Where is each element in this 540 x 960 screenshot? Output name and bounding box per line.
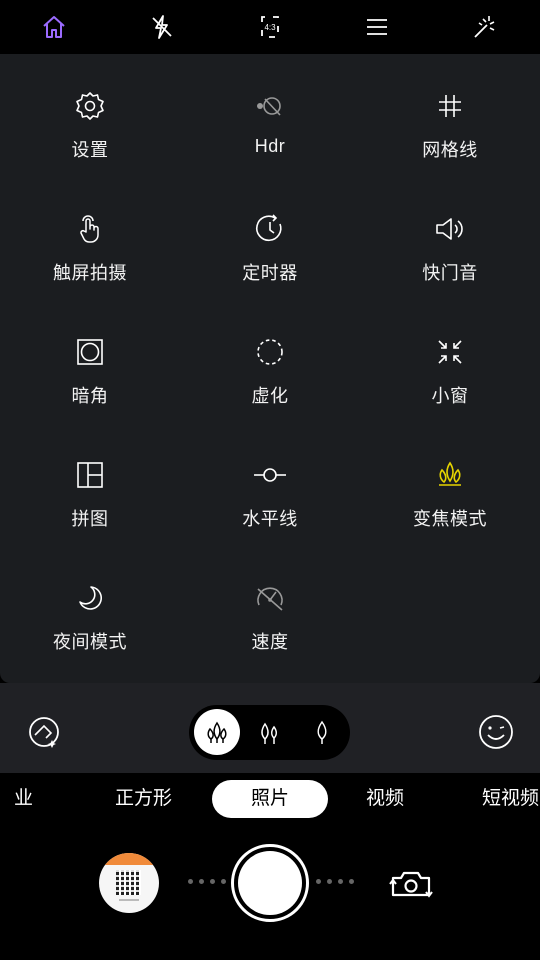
double-tree-icon <box>261 722 277 744</box>
setting-label: 快门音 <box>422 263 478 283</box>
aspect-ratio-button[interactable]: 4:3 <box>250 7 290 47</box>
triple-tree-icon <box>207 721 227 743</box>
shutter-button[interactable] <box>231 844 309 922</box>
mode-photo[interactable]: 照片 <box>212 780 328 818</box>
hdr-icon <box>250 86 290 126</box>
setting-label: 虚化 <box>251 386 289 406</box>
setting-label: 网格线 <box>422 140 478 160</box>
setting-label: 拼图 <box>71 509 109 529</box>
touch-capture-icon <box>70 209 110 249</box>
setting-label: 速度 <box>251 632 289 652</box>
setting-zoom-mode[interactable]: 变焦模式 <box>360 423 540 546</box>
setting-label: 水平线 <box>242 509 298 529</box>
beauty-level-selector <box>189 705 350 760</box>
setting-touch-capture[interactable]: 触屏拍摄 <box>0 177 180 300</box>
setting-blur[interactable]: 虚化 <box>180 300 360 423</box>
setting-label: 暗角 <box>71 386 109 406</box>
beauty-level-3-button[interactable] <box>299 709 345 755</box>
aspect-ratio-label: 4:3 <box>264 23 276 32</box>
setting-shutter-sound[interactable]: 快门音 <box>360 177 540 300</box>
timer-icon <box>250 209 290 249</box>
beauty-level-2-button[interactable] <box>246 709 292 755</box>
settings-icon <box>70 86 110 126</box>
setting-vignette[interactable]: 暗角 <box>0 300 180 423</box>
setting-grid-lines[interactable]: 网格线 <box>360 54 540 177</box>
top-toolbar: 4:3 <box>0 0 540 54</box>
night-mode-icon <box>70 578 110 618</box>
mode-square[interactable]: 正方形 <box>115 780 172 818</box>
small-window-icon <box>430 332 470 372</box>
setting-collage[interactable]: 拼图 <box>0 423 180 546</box>
switch-camera-icon[interactable] <box>388 862 434 904</box>
setting-label: 触屏拍摄 <box>53 263 127 283</box>
filter-icon[interactable] <box>24 712 64 752</box>
blur-icon <box>250 332 290 372</box>
setting-timer[interactable]: 定时器 <box>180 177 360 300</box>
mode-video[interactable]: 视频 <box>366 780 404 818</box>
setting-hdr[interactable]: Hdr <box>180 54 360 177</box>
shutter-dots-left <box>188 879 226 887</box>
thumbnail-header-band <box>99 853 159 865</box>
setting-small-window[interactable]: 小窗 <box>360 300 540 423</box>
zoom-mode-icon <box>430 455 470 495</box>
mode-short-video[interactable]: 短视频 <box>482 780 539 818</box>
setting-night-mode[interactable]: 夜间模式 <box>0 546 180 669</box>
settings-panel: 设置 Hdr 网格线 触屏拍摄 定时器 快门音 暗角 虚化 小窗 拼图 水平线 … <box>0 54 540 683</box>
single-tree-icon <box>317 720 327 744</box>
horizon-line-icon <box>250 455 290 495</box>
setting-label: 设置 <box>71 140 109 160</box>
setting-horizon-line[interactable]: 水平线 <box>180 423 360 546</box>
gallery-thumbnail[interactable] <box>99 853 159 913</box>
home-icon[interactable] <box>34 7 74 47</box>
setting-speed[interactable]: 速度 <box>180 546 360 669</box>
flash-off-icon[interactable] <box>142 7 182 47</box>
setting-label: 小窗 <box>431 386 469 406</box>
setting-label: 夜间模式 <box>53 632 127 652</box>
shutter-sound-icon <box>430 209 470 249</box>
setting-label: 变焦模式 <box>413 509 487 529</box>
vignette-icon <box>70 332 110 372</box>
collage-icon <box>70 455 110 495</box>
speed-icon <box>250 578 290 618</box>
camera-mode-selector: 业 正方形 照片 视频 短视频 <box>0 773 540 825</box>
face-beauty-icon[interactable] <box>476 712 516 752</box>
shutter-dots-right <box>316 879 354 887</box>
effects-icon[interactable] <box>464 7 504 47</box>
mode-pro[interactable]: 业 <box>14 780 33 818</box>
menu-icon[interactable] <box>357 7 397 47</box>
setting-label: Hdr <box>254 136 286 156</box>
setting-label: 定时器 <box>242 263 298 283</box>
aspect-ratio-icon: 4:3 <box>261 16 279 38</box>
setting-settings[interactable]: 设置 <box>0 54 180 177</box>
beauty-level-1-button[interactable] <box>194 709 240 755</box>
grid-lines-icon <box>430 86 470 126</box>
